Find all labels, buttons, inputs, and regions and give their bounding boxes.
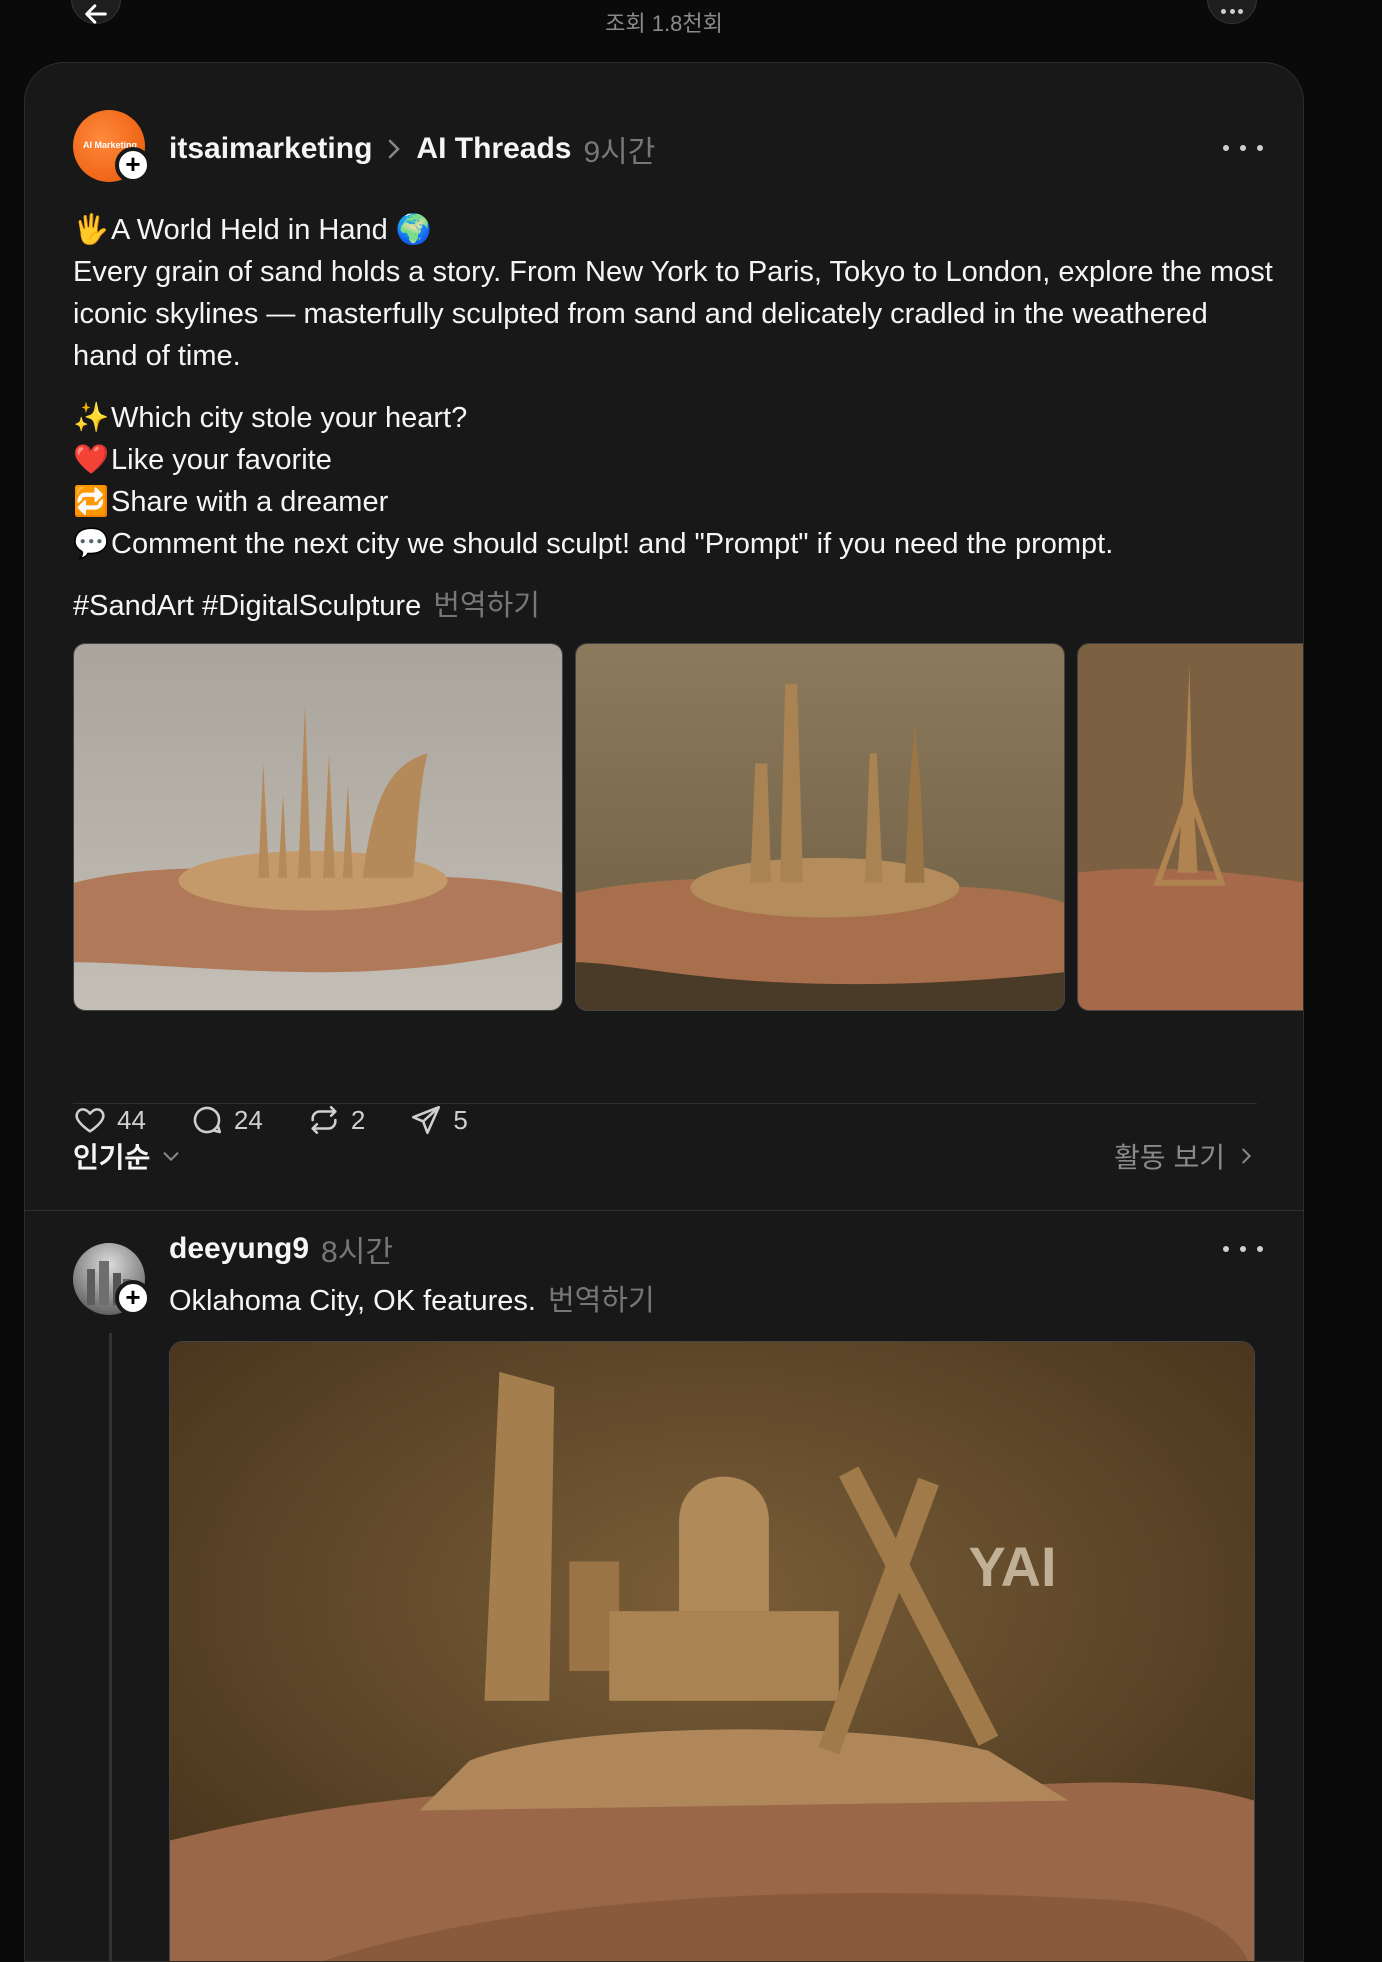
post-image-paris[interactable] bbox=[1077, 643, 1303, 1011]
sort-label: 인기순 bbox=[73, 1142, 151, 1173]
activity-link[interactable]: 활동 보기 bbox=[1114, 1136, 1257, 1176]
hashtags-line: #SandArt #DigitalSculpture 번역하기 bbox=[73, 585, 1273, 627]
post-title-line: 🖐A World Held in Hand 🌍 bbox=[73, 209, 1273, 251]
translate-link[interactable]: 번역하기 bbox=[548, 1285, 655, 1317]
post-title: A World Held in Hand bbox=[111, 214, 388, 246]
sort-dropdown[interactable]: 인기순 bbox=[73, 1136, 182, 1176]
post-image-dubai[interactable] bbox=[73, 643, 563, 1011]
follow-plus-icon[interactable]: + bbox=[115, 147, 151, 183]
hashtags[interactable]: #SandArt #DigitalSculpture bbox=[73, 590, 421, 622]
section-divider bbox=[25, 1210, 1303, 1211]
chevron-right-icon bbox=[1242, 1148, 1252, 1164]
reply-text-line: Oklahoma City, OK features. 번역하기 bbox=[169, 1277, 655, 1319]
view-count: 조회 1.8천회 bbox=[605, 11, 723, 36]
repeat-emoji: 🔁 bbox=[73, 486, 110, 518]
sparkles-emoji: ✨ bbox=[73, 402, 110, 434]
thread-line bbox=[109, 1333, 112, 1961]
watermark-logo: YAI bbox=[969, 1535, 1057, 1598]
image-carousel[interactable] bbox=[73, 643, 1303, 1011]
cta-line: ✨Which city stole your heart? bbox=[73, 397, 1273, 439]
chevron-down-icon bbox=[163, 1152, 179, 1162]
cta-text: Comment the next city we should sculpt! … bbox=[111, 528, 1114, 560]
post-image-new-york[interactable] bbox=[575, 643, 1065, 1011]
reply-username[interactable]: deeyung9 bbox=[169, 1232, 309, 1266]
reply-body: Oklahoma City, OK features. bbox=[169, 1285, 536, 1317]
divider bbox=[73, 1103, 1257, 1104]
top-bar: 조회 1.8천회 bbox=[0, 0, 1382, 60]
community-name[interactable]: AI Threads bbox=[416, 132, 571, 166]
cta-text: Share with a dreamer bbox=[111, 486, 389, 518]
activity-label: 활동 보기 bbox=[1114, 1142, 1225, 1173]
cta-text: Like your favorite bbox=[111, 444, 332, 476]
reply-time: 8시간 bbox=[321, 1236, 393, 1269]
translate-link[interactable]: 번역하기 bbox=[433, 590, 540, 622]
globe-emoji: 🌍 bbox=[395, 214, 432, 246]
cta-line: ❤️Like your favorite bbox=[73, 439, 1273, 481]
reply-more-icon[interactable] bbox=[1223, 1234, 1263, 1264]
hand-emoji: 🖐 bbox=[73, 214, 110, 246]
cta-line: 🔁Share with a dreamer bbox=[73, 481, 1273, 523]
post-body: 🖐A World Held in Hand 🌍 Every grain of s… bbox=[73, 209, 1273, 627]
post-header: itsaimarketing AI Threads 9시간 bbox=[169, 129, 655, 169]
cta-text: Which city stole your heart? bbox=[111, 402, 468, 434]
speech-bubble-emoji: 💬 bbox=[73, 528, 110, 560]
thread-card: AI Marketing + itsaimarketing AI Threads… bbox=[24, 62, 1304, 1962]
reply-header: deeyung9 8시간 bbox=[169, 1229, 393, 1269]
more-icon bbox=[1221, 0, 1243, 26]
post-body-text: Every grain of sand holds a story. From … bbox=[73, 256, 1273, 372]
post-time: 9시간 bbox=[583, 136, 656, 169]
sort-row: 인기순 활동 보기 bbox=[73, 1131, 1257, 1181]
cta-line: 💬Comment the next city we should sculpt!… bbox=[73, 523, 1273, 565]
reply-image-oklahoma[interactable]: YAI bbox=[169, 1341, 1255, 1961]
post-username[interactable]: itsaimarketing bbox=[169, 132, 372, 166]
chevron-right-icon bbox=[386, 138, 402, 160]
heart-emoji: ❤️ bbox=[73, 444, 110, 476]
follow-plus-icon[interactable]: + bbox=[115, 1280, 151, 1316]
post-more-icon[interactable] bbox=[1223, 133, 1263, 163]
